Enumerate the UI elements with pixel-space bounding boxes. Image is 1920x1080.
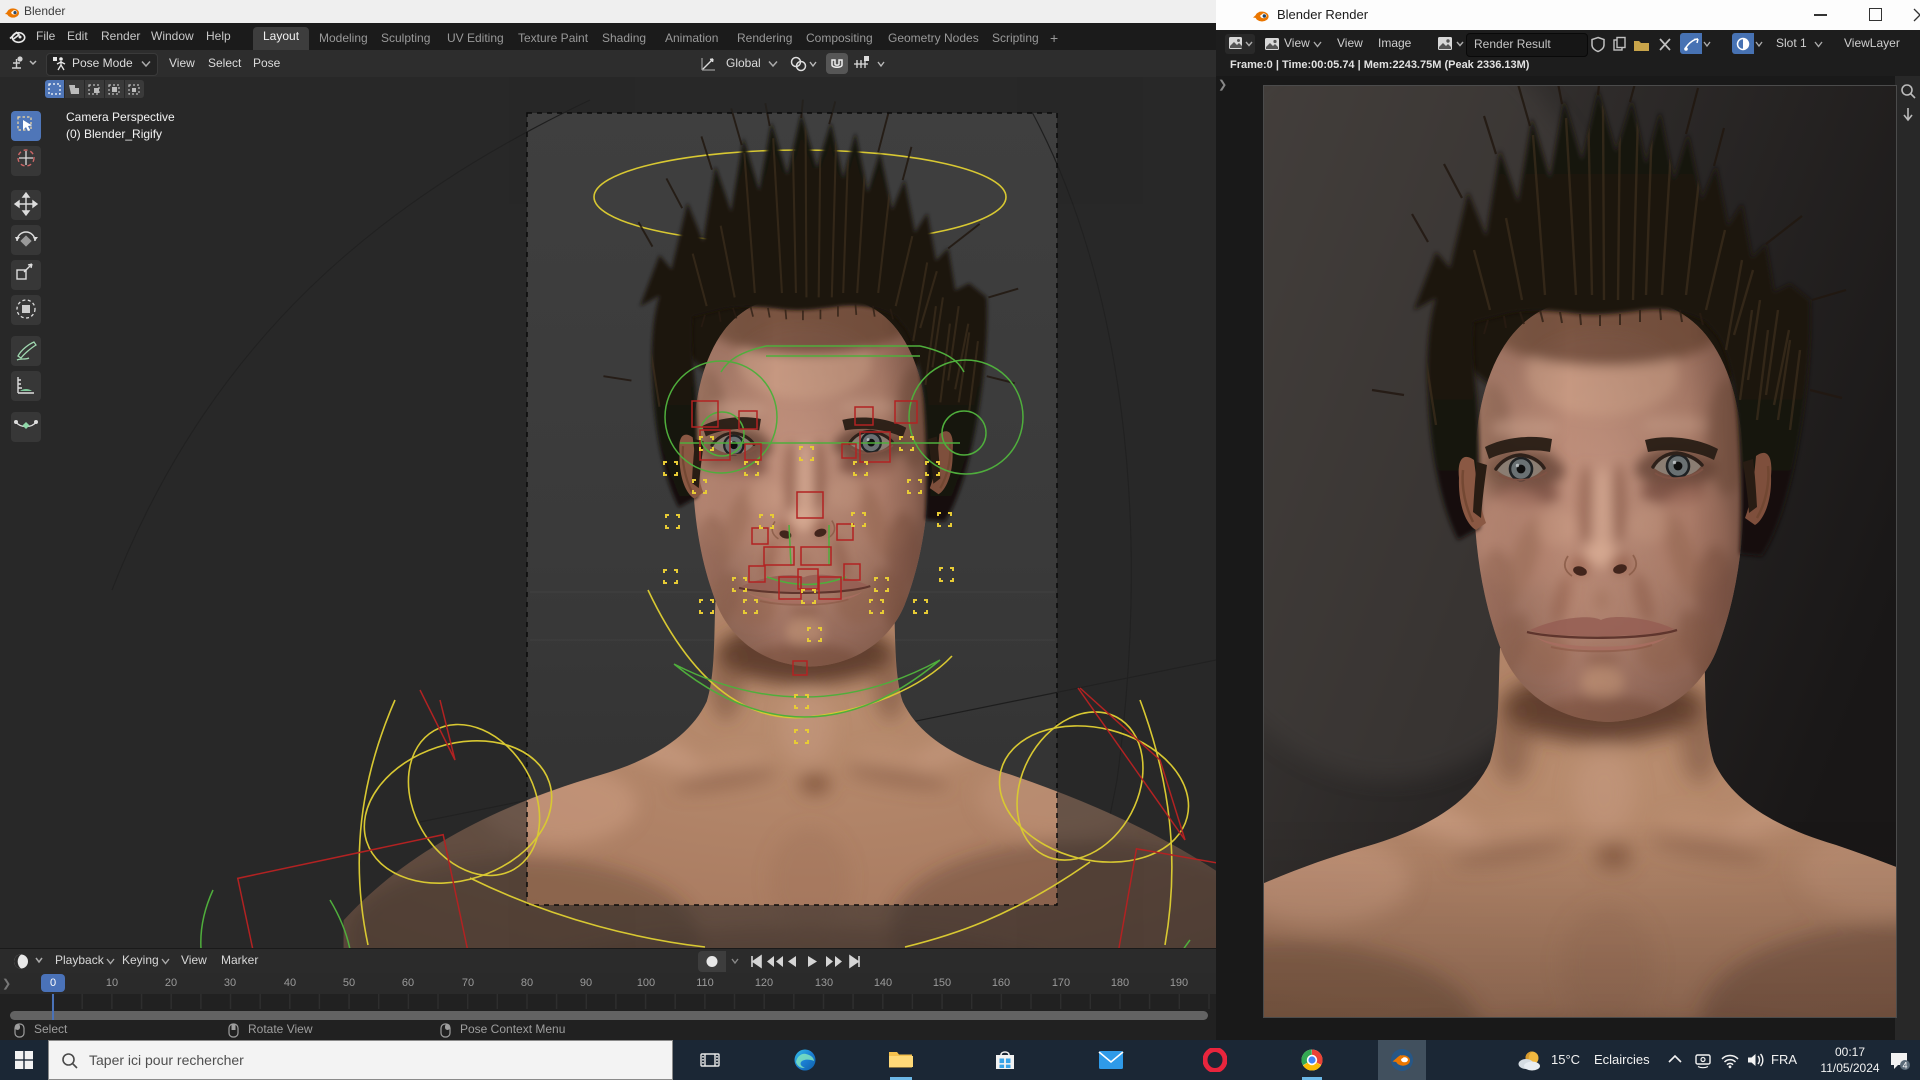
svg-text:4: 4 [1902, 1061, 1907, 1071]
